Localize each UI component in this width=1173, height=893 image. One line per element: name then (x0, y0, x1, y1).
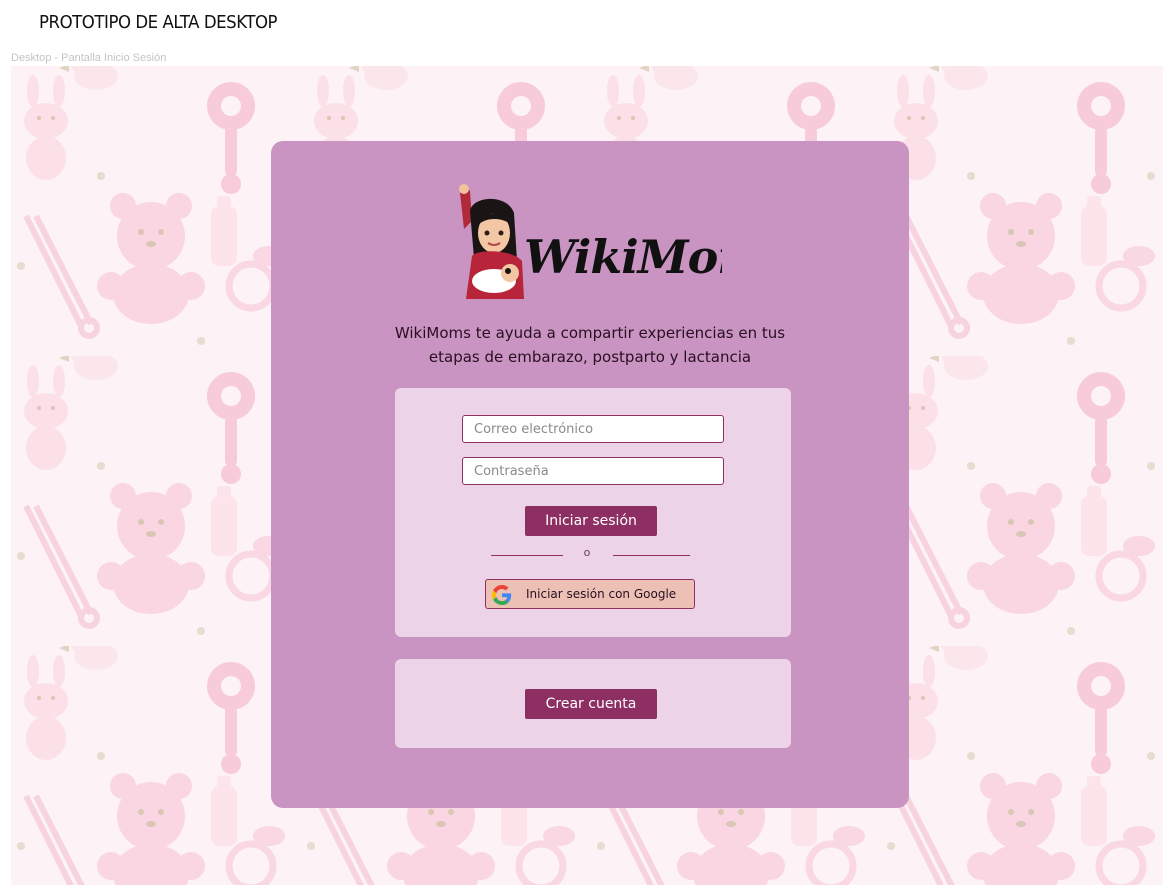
login-panel: Iniciar sesión o Iniciar sesión con Goog… (395, 388, 791, 637)
email-field[interactable] (462, 415, 724, 443)
divider-line-left (491, 555, 563, 556)
login-button[interactable]: Iniciar sesión (525, 506, 657, 536)
divider-text: o (583, 546, 591, 559)
wikimoms-logo: WikiMoms (459, 184, 722, 299)
tagline-line-2: etapas de embarazo, postparto y lactanci… (428, 348, 752, 366)
password-field[interactable] (462, 457, 724, 485)
mother-illustration (459, 184, 524, 299)
create-account-button[interactable]: Crear cuenta (525, 689, 657, 719)
google-icon (492, 585, 512, 605)
login-screen: WikiMoms WikiMoms te ayuda a compartir e… (11, 66, 1163, 885)
or-divider: o (491, 546, 691, 562)
google-login-button[interactable]: Iniciar sesión con Google (485, 579, 695, 609)
tagline: WikiMoms te ayuda a compartir experienci… (271, 321, 909, 369)
page-title: PROTOTIPO DE ALTA DESKTOP (39, 12, 278, 33)
tagline-line-1: WikiMoms te ayuda a compartir experienci… (394, 324, 786, 342)
divider-line-right (613, 555, 690, 556)
login-card: WikiMoms WikiMoms te ayuda a compartir e… (271, 141, 909, 808)
google-login-label: Iniciar sesión con Google (526, 587, 677, 601)
signup-panel: Crear cuenta (395, 659, 791, 748)
brand-wordmark: WikiMoms (524, 230, 722, 284)
frame-label: Desktop - Pantalla Inicio Sesión (11, 52, 167, 64)
